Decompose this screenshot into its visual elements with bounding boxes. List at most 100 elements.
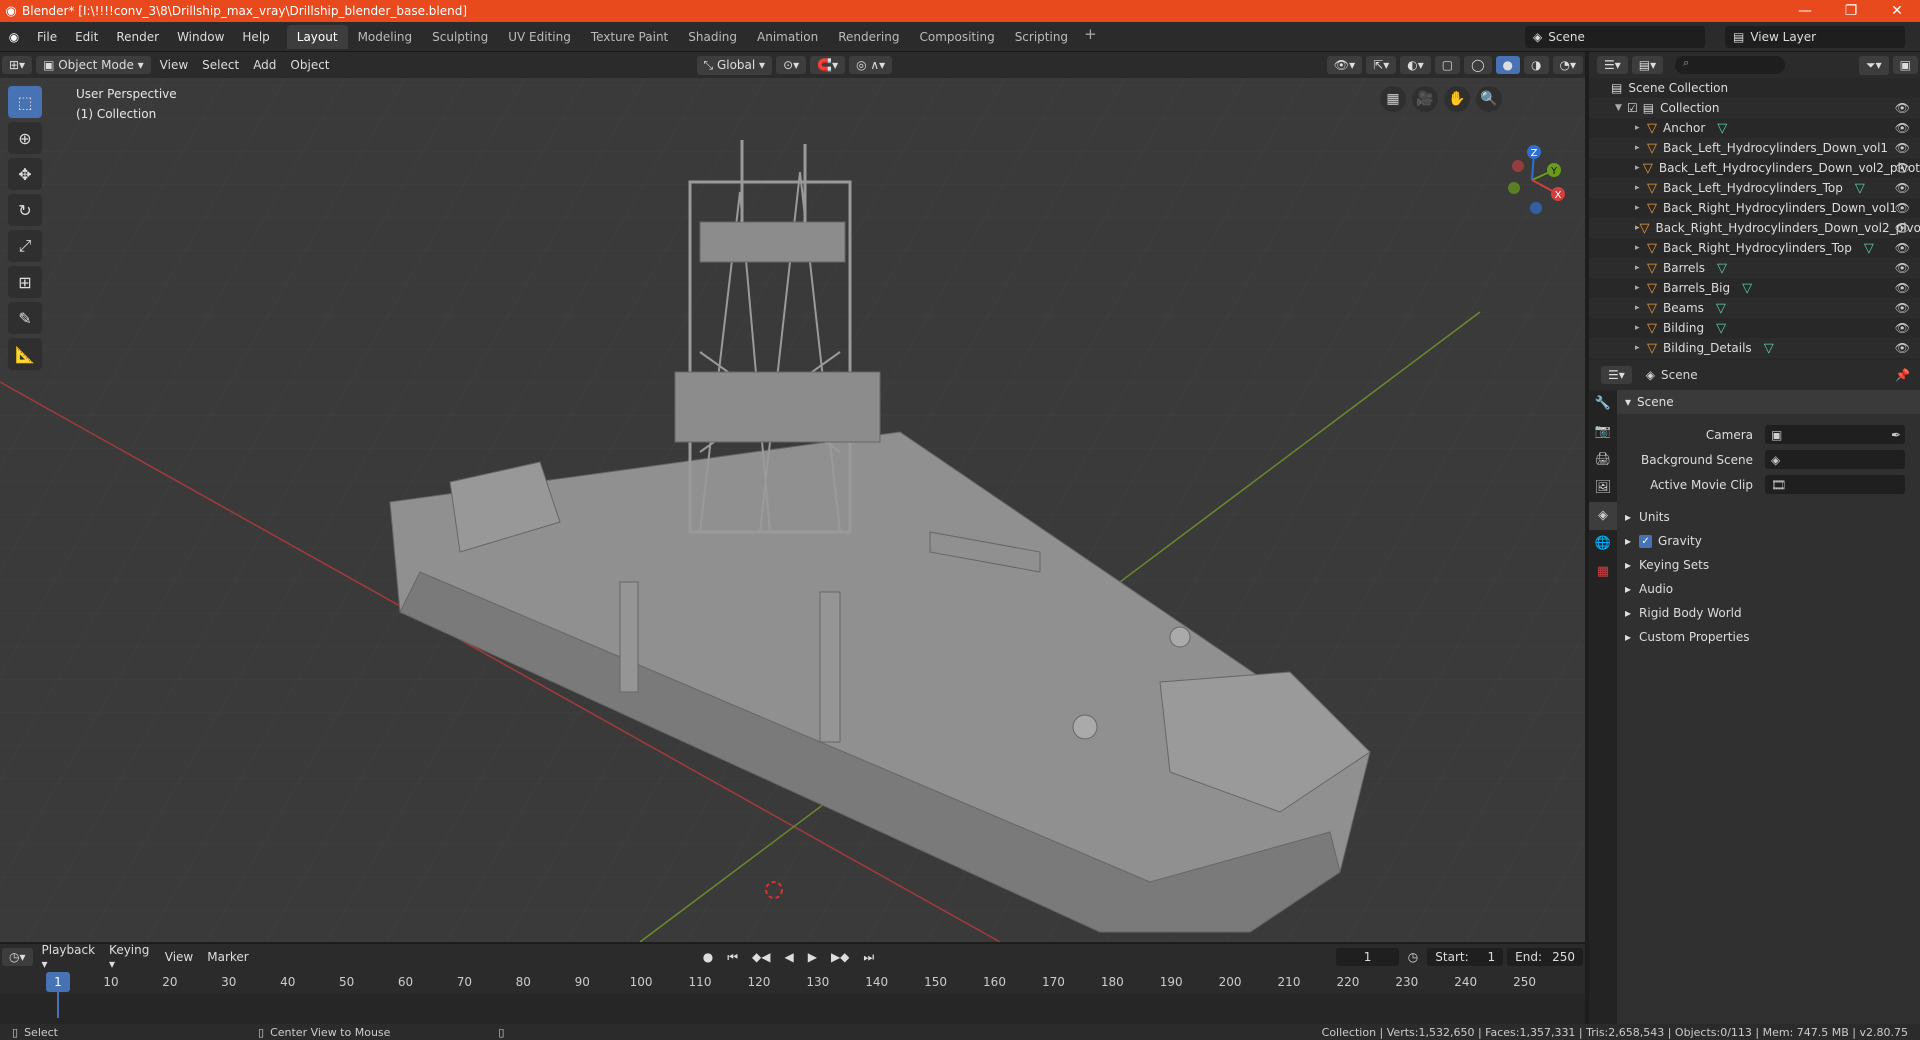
outliner-object-row[interactable]: ▸ ▽ Back_Left_Hydrocylinders_Down_vol1 👁 (1589, 138, 1920, 158)
rigid-body-world-panel[interactable]: ▸ Rigid Body World (1617, 601, 1920, 625)
mesh-data-icon[interactable]: ▽ (1716, 301, 1726, 316)
visibility-eye-icon[interactable]: 👁 (1895, 241, 1910, 255)
prev-keyframe-icon[interactable]: ◆◀ (745, 948, 777, 966)
xray-button[interactable]: ▢ (1434, 56, 1461, 74)
expand-arrow-icon[interactable]: ▸ (1635, 163, 1643, 173)
scene-selector[interactable]: ◈ Scene (1525, 26, 1705, 48)
outliner-object-row[interactable]: ▸ ▽ Bilding_Details ▽ 👁 (1589, 338, 1920, 358)
scene-collection-row[interactable]: ▤ Scene Collection (1589, 78, 1920, 98)
visibility-eye-icon[interactable]: 👁 (1895, 301, 1910, 315)
annotate-tool-icon[interactable]: ✎ (8, 302, 42, 334)
properties-editor-type-button[interactable]: ☰▾ (1601, 366, 1632, 384)
active-movie-clip-field[interactable]: 🎞 (1765, 475, 1905, 494)
keying-sets-panel[interactable]: ▸ Keying Sets (1617, 553, 1920, 577)
outliner-object-row[interactable]: ▸ ▽ Barrels ▽ 👁 (1589, 258, 1920, 278)
scale-tool-icon[interactable]: ⤢ (8, 230, 42, 262)
shading-solid-button[interactable]: ● (1495, 56, 1521, 74)
outliner-object-row[interactable]: ▸ ▽ Back_Right_Hydrocylinders_Down_vol2_pi… (1589, 218, 1920, 238)
collection-checkbox[interactable]: ☑ (1627, 101, 1638, 115)
menu-add[interactable]: Add (246, 56, 283, 74)
close-button[interactable]: ✕ (1874, 3, 1920, 19)
expand-arrow-icon[interactable]: ▸ (1635, 263, 1647, 273)
expand-arrow-icon[interactable]: ▸ (1635, 123, 1647, 133)
expand-arrow-icon[interactable]: ▼ (1615, 103, 1627, 113)
current-frame-field[interactable]: 1 (1336, 948, 1399, 966)
menu-marker[interactable]: Marker (200, 948, 255, 966)
snap-button[interactable]: 🧲▾ (810, 56, 846, 74)
new-collection-icon[interactable]: ▣ (1892, 56, 1918, 74)
outliner-object-row[interactable]: ▸ ▽ Anchor ▽ 👁 (1589, 118, 1920, 138)
visibility-eye-icon[interactable]: 👁 (1895, 341, 1910, 355)
pan-hand-icon[interactable]: ✋ (1444, 86, 1470, 112)
tab-shading[interactable]: Shading (678, 25, 747, 49)
shading-rendered-button[interactable]: ◔▾ (1552, 56, 1583, 74)
timeline-editor-type-button[interactable]: ◷▾ (2, 948, 33, 966)
mesh-data-icon[interactable]: ▽ (1716, 321, 1726, 336)
tab-modeling[interactable]: Modeling (348, 25, 423, 49)
menu-object[interactable]: Object (283, 56, 336, 74)
camera-field[interactable]: ▣ ✒ (1765, 425, 1905, 444)
blender-menu-icon[interactable]: ◉ (0, 30, 28, 44)
menu-render[interactable]: Render (107, 30, 168, 44)
3d-viewport[interactable]: Y Z X (0, 52, 1585, 942)
pivot-point-button[interactable]: ⊙▾ (776, 56, 807, 74)
timeline-track[interactable] (0, 994, 1585, 1024)
end-frame-field[interactable]: End: 250 (1507, 948, 1583, 966)
eyedropper-icon[interactable]: ✒ (1891, 428, 1901, 442)
play-reverse-icon[interactable]: ◀ (777, 948, 800, 966)
scene-panel-header[interactable]: ▾ Scene (1617, 390, 1920, 414)
visibility-eye-icon[interactable]: 👁 (1895, 101, 1910, 115)
outliner-object-row[interactable]: ▸ ▽ Barrels_Big ▽ 👁 (1589, 278, 1920, 298)
editor-type-button[interactable]: ⊞▾ (2, 56, 33, 74)
next-keyframe-icon[interactable]: ▶◆ (824, 948, 856, 966)
transform-tool-icon[interactable]: ⊞ (8, 266, 42, 298)
outliner-object-row[interactable]: ▸ ▽ Bilding ▽ 👁 (1589, 318, 1920, 338)
view-layer-tab-icon[interactable]: 🖼 (1589, 474, 1617, 502)
rotate-tool-icon[interactable]: ↻ (8, 194, 42, 226)
mesh-data-icon[interactable]: ▽ (1717, 121, 1727, 136)
camera-view-icon[interactable]: 🎥 (1412, 86, 1438, 112)
proportional-edit-button[interactable]: ◎ ∧▾ (849, 56, 893, 74)
display-mode-button[interactable]: ▤▾ (1631, 56, 1664, 74)
overlays-button[interactable]: ◐▾ (1400, 56, 1431, 74)
texture-tab-icon[interactable]: ▦ (1589, 558, 1617, 586)
world-tab-icon[interactable]: 🌐 (1589, 530, 1617, 558)
jump-start-icon[interactable]: ⏮ (720, 948, 745, 967)
jump-end-icon[interactable]: ⏭ (856, 948, 881, 967)
move-tool-icon[interactable]: ✥ (8, 158, 42, 190)
menu-help[interactable]: Help (233, 30, 278, 44)
outliner-search-input[interactable]: ⌕ (1675, 56, 1786, 74)
tab-rendering[interactable]: Rendering (828, 25, 909, 49)
expand-arrow-icon[interactable]: ▸ (1635, 303, 1647, 313)
tab-uv-editing[interactable]: UV Editing (498, 25, 581, 49)
tab-texture-paint[interactable]: Texture Paint (581, 25, 678, 49)
add-workspace-button[interactable]: + (1078, 25, 1103, 49)
gravity-panel[interactable]: ▸ ✓ Gravity (1617, 529, 1920, 553)
outliner-object-row[interactable]: ▸ ▽ Back_Right_Hydrocylinders_Top ▽ 👁 (1589, 238, 1920, 258)
pin-icon[interactable]: 📌 (1895, 368, 1910, 382)
custom-properties-panel[interactable]: ▸ Custom Properties (1617, 625, 1920, 649)
measure-tool-icon[interactable]: 📐 (8, 338, 42, 370)
visibility-eye-icon[interactable]: 👁 (1895, 261, 1910, 275)
visibility-eye-icon[interactable]: 👁 (1895, 141, 1910, 155)
tool-settings-tab-icon[interactable]: 🔧 (1589, 390, 1617, 418)
tab-compositing[interactable]: Compositing (909, 25, 1004, 49)
tab-animation[interactable]: Animation (747, 25, 828, 49)
mesh-data-icon[interactable]: ▽ (1764, 341, 1774, 356)
tab-sculpting[interactable]: Sculpting (422, 25, 498, 49)
expand-arrow-icon[interactable]: ▸ (1635, 143, 1647, 153)
visibility-eye-icon[interactable]: 👁 (1895, 221, 1910, 235)
visibility-eye-icon[interactable]: 👁 (1895, 121, 1910, 135)
visibility-eye-icon[interactable]: 👁 (1895, 161, 1910, 175)
visibility-eye-icon[interactable]: 👁 (1895, 321, 1910, 335)
mesh-data-icon[interactable]: ▽ (1855, 181, 1865, 196)
mesh-data-icon[interactable]: ▽ (1717, 261, 1727, 276)
filter-icon[interactable]: ⏷▾ (1859, 55, 1889, 75)
gravity-checkbox[interactable]: ✓ (1639, 534, 1653, 548)
shading-wireframe-button[interactable]: ◯ (1464, 56, 1492, 74)
visibility-eye-icon[interactable]: 👁 (1895, 201, 1910, 215)
record-button[interactable]: ● (696, 948, 720, 966)
play-icon[interactable]: ▶ (801, 948, 824, 966)
menu-view[interactable]: View (153, 56, 195, 74)
outliner-object-row[interactable]: ▸ ▽ Beams ▽ 👁 (1589, 298, 1920, 318)
